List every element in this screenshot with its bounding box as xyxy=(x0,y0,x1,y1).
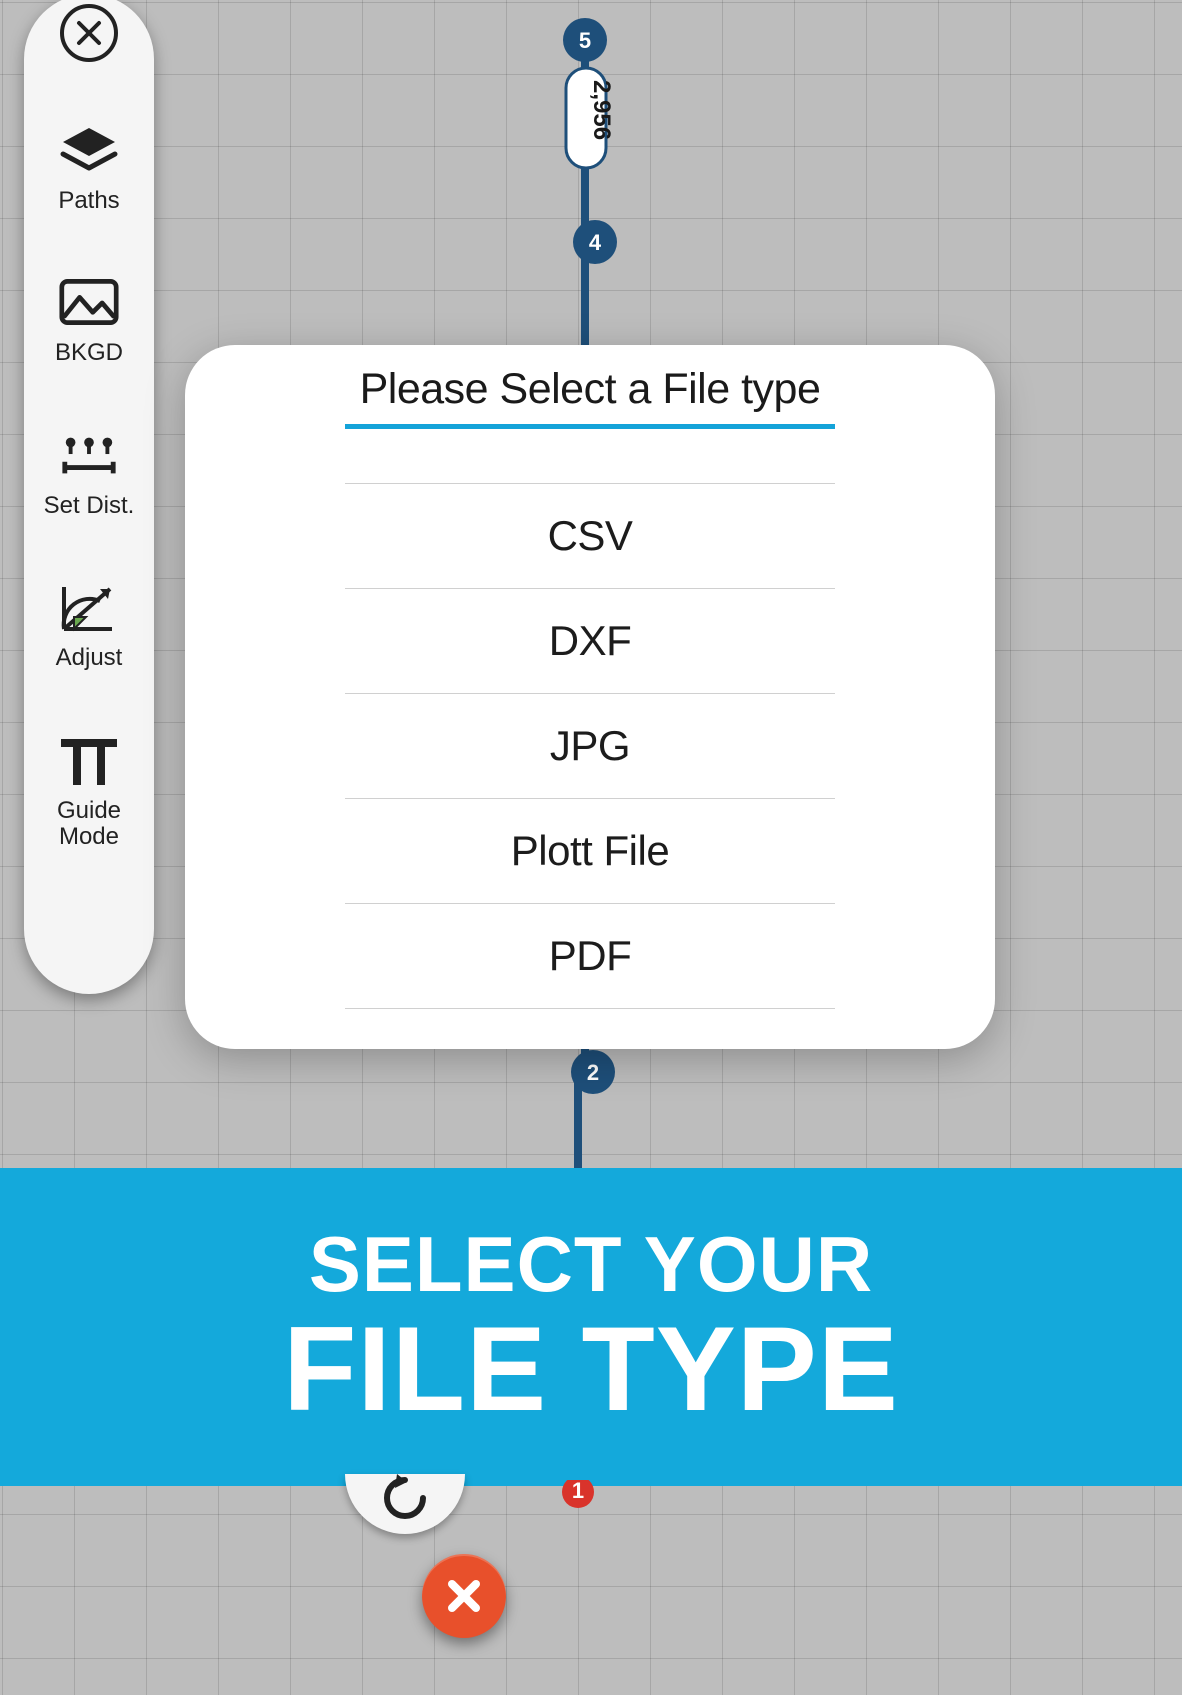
file-type-modal: Please Select a File type CSV DXF JPG Pl… xyxy=(185,345,995,1049)
toolbar-label: BKGD xyxy=(55,340,123,366)
layers-icon xyxy=(59,122,119,178)
left-toolbar: Paths BKGD Set Dist. xyxy=(24,0,154,994)
close-icon xyxy=(76,20,102,46)
node-1-marker: 1 xyxy=(558,1480,598,1520)
toolbar-label: Set Dist. xyxy=(44,493,135,519)
close-icon xyxy=(446,1578,482,1614)
toolbar-item-setdist[interactable]: Set Dist. xyxy=(44,427,135,519)
toolbar-label: Guide Mode xyxy=(57,798,121,851)
pi-icon xyxy=(59,732,119,788)
distance-icon xyxy=(59,427,119,483)
toolbar-item-guidemode[interactable]: Guide Mode xyxy=(57,732,121,851)
image-icon xyxy=(59,274,119,330)
instruction-banner: SELECT YOUR FILE TYPE xyxy=(0,1168,1182,1486)
close-toolbar-button[interactable] xyxy=(60,4,118,62)
file-option-plott[interactable]: Plott File xyxy=(345,798,835,903)
undo-icon[interactable] xyxy=(379,1474,431,1522)
toolbar-label: Adjust xyxy=(56,645,123,671)
toolbar-item-paths[interactable]: Paths xyxy=(58,122,119,214)
banner-line1: SELECT YOUR xyxy=(309,1225,873,1303)
adjust-icon xyxy=(59,579,119,635)
file-option-csv[interactable]: CSV xyxy=(345,483,835,588)
file-option-jpg[interactable]: JPG xyxy=(345,693,835,798)
delete-fab-button[interactable] xyxy=(422,1554,506,1638)
toolbar-label: Paths xyxy=(58,188,119,214)
node-1: 1 xyxy=(572,1480,584,1503)
file-option-dxf[interactable]: DXF xyxy=(345,588,835,693)
toolbar-item-bkgd[interactable]: BKGD xyxy=(55,274,123,366)
toolbar-item-adjust[interactable]: Adjust xyxy=(56,579,123,671)
banner-line2: FILE TYPE xyxy=(283,1309,899,1429)
modal-title: Please Select a File type xyxy=(345,365,835,429)
file-option-pdf[interactable]: PDF xyxy=(345,903,835,1009)
